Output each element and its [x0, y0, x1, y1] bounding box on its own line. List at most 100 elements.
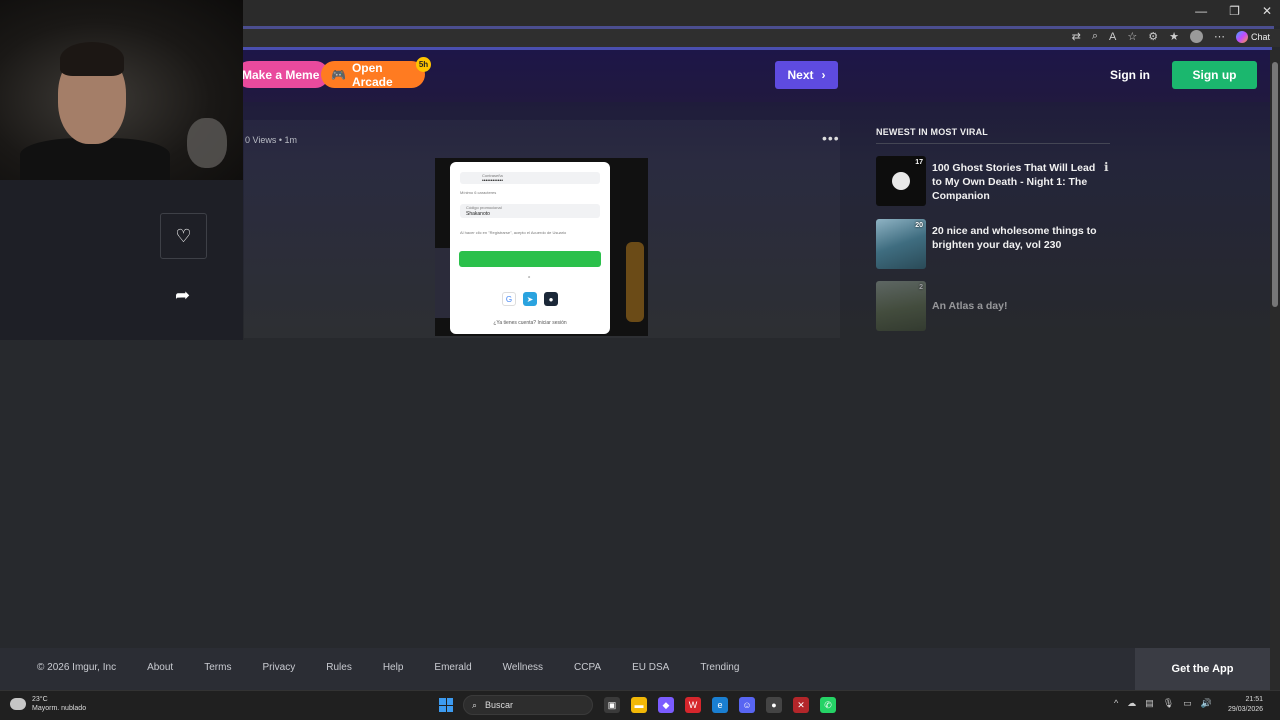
webcam-person-body [20, 138, 170, 180]
task-view-icon[interactable]: ▣ [604, 697, 620, 713]
chat-label: Chat [1250, 31, 1270, 42]
footer-link-trending[interactable]: Trending [700, 662, 739, 673]
left-rail [0, 180, 243, 340]
windows-start-icon[interactable] [439, 698, 453, 712]
cloud-icon [10, 698, 26, 710]
webcam-person-hair [60, 42, 124, 76]
promo-label: Código promocional [466, 205, 502, 210]
footer-link-emerald[interactable]: Emerald [434, 662, 471, 673]
footer-link-help[interactable]: Help [383, 662, 404, 673]
footer-link-eu-dsa[interactable]: EU DSA [632, 662, 669, 673]
viral-item[interactable]: 2 An Atlas a day! [876, 281, 1110, 331]
footer-link-about[interactable]: About [147, 662, 173, 673]
footer-link-privacy[interactable]: Privacy [262, 662, 295, 673]
onedrive-icon[interactable]: ☁ [1127, 698, 1136, 709]
translate-icon[interactable]: ⇄ [1072, 30, 1081, 43]
wps-icon[interactable]: W [685, 697, 701, 713]
mic-icon[interactable]: 🎙 [1163, 698, 1174, 709]
image-count: 17 [915, 159, 923, 166]
obs-icon[interactable]: ● [766, 697, 782, 713]
image-count: 2 [919, 284, 923, 291]
extensions-icon[interactable]: ⚙ [1148, 30, 1158, 43]
webcam-overlay [0, 0, 243, 180]
next-label: Next [787, 68, 814, 82]
footer-copyright: © 2026 Imgur, Inc [37, 662, 117, 673]
footer-link-wellness[interactable]: Wellness [503, 662, 543, 673]
viral-section-title: NEWEST IN MOST VIRAL [876, 127, 988, 137]
image-bg-right [626, 242, 644, 322]
password-field [460, 172, 600, 184]
weather-temp: 23°C [32, 696, 48, 703]
telegram-icon: ➤ [523, 292, 537, 306]
steam-icon: ● [544, 292, 558, 306]
search-icon: ⌕ [472, 699, 478, 710]
whatsapp-icon[interactable]: ✆ [820, 697, 836, 713]
login-prompt: ¿Ya tienes cuenta? Iniciar sesión [493, 320, 567, 326]
viral-thumbnail: 17 [876, 156, 926, 206]
discord-icon[interactable]: ☺ [739, 697, 755, 713]
info-icon[interactable]: ℹ [1104, 160, 1109, 174]
post-meta: 0 Views • 1m [245, 135, 298, 145]
minimize-button[interactable]: — [1195, 4, 1207, 18]
or-divider: o [528, 274, 531, 279]
footer-link-terms[interactable]: Terms [204, 662, 231, 673]
promo-value: Shakanoto [466, 211, 490, 217]
footer-link-ccpa[interactable]: CCPA [574, 662, 601, 673]
app-red-icon[interactable]: ✕ [793, 697, 809, 713]
profile-avatar[interactable] [1189, 30, 1203, 43]
system-clock[interactable]: 21:51 29/03/2026 [1228, 695, 1263, 715]
window-controls: — ❐ ✕ [1195, 4, 1272, 18]
zoom-icon[interactable]: ⌕ [1092, 30, 1098, 43]
toolbar-icons: ⇄ ⌕ A ☆ ⚙ ★ ⋯ Chat [1072, 30, 1270, 43]
tray-chevron-icon[interactable]: ^ [1114, 698, 1118, 709]
more-menu-icon[interactable]: ⋯ [1214, 30, 1225, 43]
password-value: •••••••••••• [482, 178, 504, 184]
copilot-chat-button[interactable]: Chat [1235, 30, 1270, 43]
sign-up-button[interactable]: Sign up [1172, 61, 1257, 89]
open-arcade-button[interactable]: 🎮 Open Arcade [321, 60, 425, 89]
open-arcade-label: Open Arcade [351, 60, 393, 89]
system-tray: ^ ☁ ▤ 🎙 ▭ 🔊 [1114, 698, 1212, 709]
weather-desc: Mayorm. nublado [32, 705, 87, 712]
sign-in-link[interactable]: Sign in [1110, 68, 1150, 82]
tray-app-icon[interactable]: ▤ [1145, 698, 1154, 709]
maximize-button[interactable]: ❐ [1229, 4, 1240, 18]
post-more-options-icon[interactable]: ••• [822, 130, 840, 146]
make-meme-button[interactable]: Make a Meme [236, 61, 330, 88]
image-bg-left [435, 248, 451, 318]
copilot-app-icon[interactable]: ◆ [658, 697, 674, 713]
get-the-app-button[interactable]: Get the App [1135, 648, 1270, 690]
viral-divider [876, 143, 1110, 144]
copilot-icon [1235, 30, 1248, 43]
scrollbar-thumb[interactable] [1272, 62, 1278, 307]
favorites-icon[interactable]: ★ [1169, 30, 1179, 43]
post-image[interactable]: Contraseña •••••••••••• Mínimo 6 caracte… [435, 158, 648, 336]
weather-widget[interactable]: 23°C Mayorm. nublado [10, 695, 86, 713]
share-icon[interactable]: ➦ [175, 285, 190, 306]
volume-icon[interactable]: 🔊 [1201, 698, 1212, 709]
close-window-button[interactable]: ✕ [1262, 4, 1272, 18]
read-aloud-icon[interactable]: A [1109, 31, 1116, 43]
footer-link-rules[interactable]: Rules [326, 662, 352, 673]
footer-links: © 2026 Imgur, Inc About Terms Privacy Ru… [37, 662, 770, 673]
edge-browser-icon[interactable]: e [712, 697, 728, 713]
viral-item[interactable]: 20 20 nice and wholesome things to brigh… [876, 219, 1110, 269]
clock-date: 29/03/2026 [1228, 706, 1264, 713]
next-post-button[interactable]: Next › [775, 61, 838, 89]
signup-form-screenshot: Contraseña •••••••••••• Mínimo 6 caracte… [450, 162, 610, 334]
taskbar-search[interactable]: ⌕ Buscar [463, 695, 593, 715]
make-meme-label: Make a Meme [242, 67, 320, 82]
google-icon: G [502, 292, 516, 306]
register-button-shot [459, 251, 601, 267]
viral-item-title: 20 nice and wholesome things to brighten… [932, 225, 1097, 251]
chevron-right-icon: › [821, 68, 826, 82]
image-count: 20 [915, 222, 923, 229]
terms-text: Al hacer clic en "Registrarse", acepto e… [460, 230, 567, 235]
display-icon[interactable]: ▭ [1183, 698, 1192, 709]
viral-item-title: An Atlas a day! [932, 300, 1008, 312]
clock-time: 21:51 [1245, 696, 1264, 703]
file-explorer-icon[interactable]: ▬ [631, 697, 647, 713]
favorite-star-icon[interactable]: ☆ [1127, 30, 1137, 43]
viral-item[interactable]: 17 100 Ghost Stories That Will Lead to M… [876, 156, 1110, 206]
favorite-button[interactable]: ♡ [160, 213, 207, 259]
